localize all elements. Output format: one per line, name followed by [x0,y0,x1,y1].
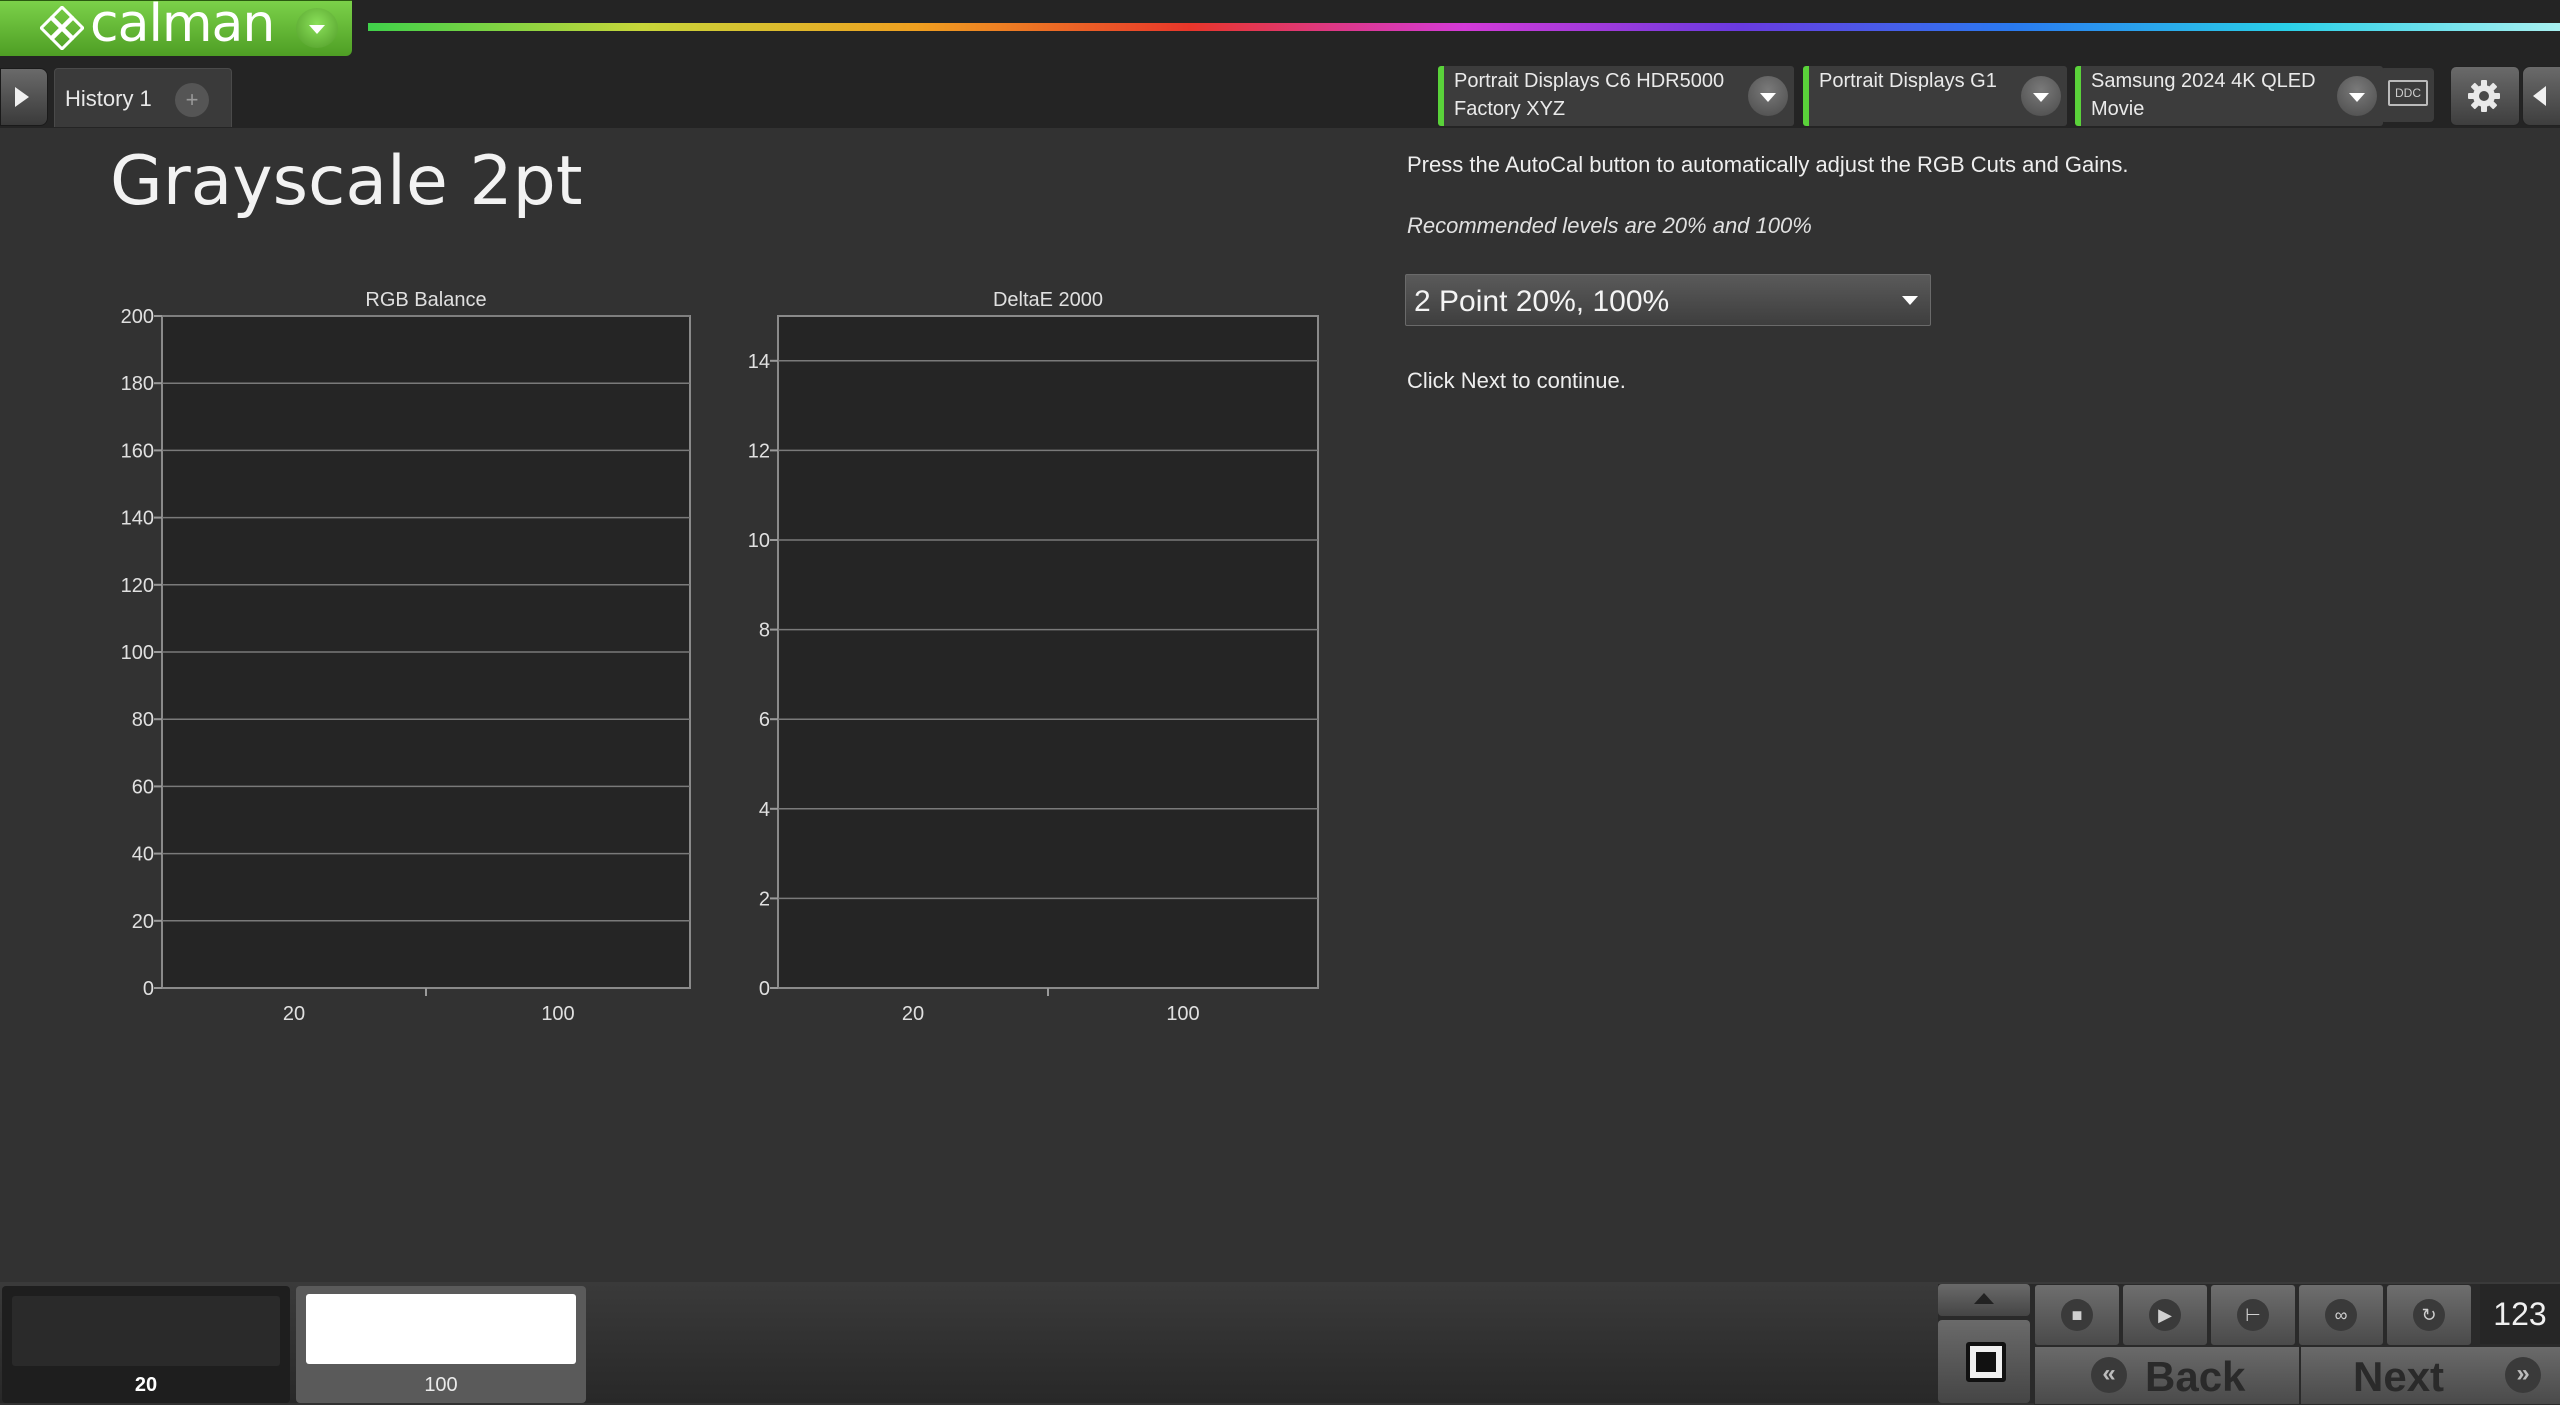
next-button[interactable]: Next » [2300,1346,2560,1405]
stop-icon: ■ [2061,1299,2093,1331]
chart-title: RGB Balance [365,289,486,311]
back-label: Back [2145,1353,2246,1400]
y-tick-label: 120 [121,575,154,597]
plot-area [777,315,1319,989]
refresh-button[interactable]: ↻ [2386,1284,2472,1346]
y-tick-label: 100 [121,642,154,664]
stop-button[interactable]: ■ [2034,1284,2120,1346]
continuous-button[interactable]: ∞ [2298,1284,2384,1346]
y-tick-label: 140 [121,508,154,530]
x-tick-label: 100 [541,1003,574,1025]
y-tick-label: 0 [759,978,770,1000]
pattern-swatch-20[interactable]: 20 [2,1286,290,1403]
back-button[interactable]: « Back [2034,1346,2300,1405]
y-tick-label: 2 [759,888,770,910]
y-tick-label: 8 [759,620,770,642]
play-icon: ▶ [2149,1299,2181,1331]
x-tick-label: 20 [902,1003,924,1025]
refresh-icon: ↻ [2413,1299,2445,1331]
x-tick-label: 100 [1166,1003,1199,1025]
measure-button[interactable]: ⊢ [2210,1284,2296,1346]
level-select-dropdown[interactable]: 2 Point 20%, 100% [1405,274,1931,326]
stop-measure-button[interactable] [1938,1320,2030,1403]
expand-controls-button[interactable] [1938,1284,2030,1316]
swatch-label: 20 [134,1374,158,1396]
double-chevron-left-icon: « [2091,1357,2127,1393]
pattern-swatch-100[interactable]: 100 [296,1286,586,1403]
swatch-color [306,1294,576,1364]
instruction-text: Press the AutoCal button to automaticall… [1407,152,2129,177]
y-tick-label: 160 [121,440,154,462]
charts-area: RGB Balance02040608010012014016018020020… [121,289,1319,1025]
loop-icon: ∞ [2325,1299,2357,1331]
continue-text: Click Next to continue. [1407,368,1626,393]
next-label: Next [2353,1353,2445,1400]
y-tick-label: 12 [748,440,770,462]
chart-title: DeltaE 2000 [993,289,1103,311]
y-tick-label: 180 [121,373,154,395]
chart-1: DeltaE 2000 0 2 4 6 8 10 12 14 20 100 [748,289,1319,1025]
y-tick-label: 200 [121,306,154,328]
play-button[interactable]: ▶ [2122,1284,2208,1346]
y-tick-label: 14 [748,351,770,373]
measure-icon: ⊢ [2237,1299,2269,1331]
stop-icon [1966,1342,2006,1382]
y-tick-label: 80 [132,709,154,731]
level-select-value: 2 Point 20%, 100% [1414,285,1670,318]
double-chevron-right-icon: » [2505,1357,2541,1393]
swatch-label: 100 [424,1374,458,1396]
y-tick-label: 60 [132,776,154,798]
pattern-count-button[interactable]: 123 [2480,1284,2560,1344]
y-tick-label: 0 [143,978,154,1000]
y-tick-label: 4 [759,799,770,821]
y-tick-label: 40 [132,844,154,866]
recommended-levels-text: Recommended levels are 20% and 100% [1407,213,1812,238]
x-tick-label: 20 [283,1003,305,1025]
chevron-down-icon [1902,296,1918,305]
chart-0: RGB Balance 0 20 40 60 80 100 120 140 160 180 200 20… [121,289,691,1025]
y-tick-label: 6 [759,709,770,731]
y-tick-label: 10 [748,530,770,552]
swatch-color [12,1296,280,1366]
y-tick-label: 20 [132,911,154,933]
